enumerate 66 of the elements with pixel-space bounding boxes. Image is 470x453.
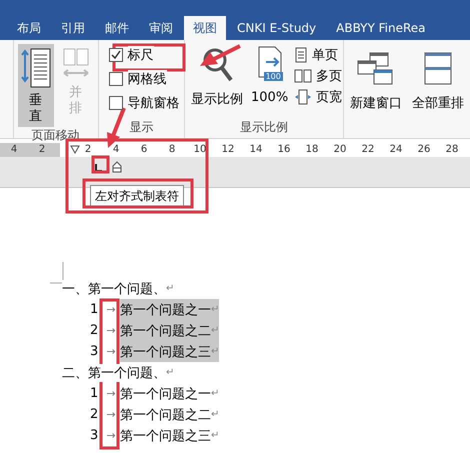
ruler-number: 4: [10, 143, 18, 157]
ribbon-tab[interactable]: 引用: [52, 16, 94, 40]
group-label: 显示: [128, 119, 154, 136]
ribbon-button[interactable]: 垂直: [18, 44, 54, 128]
ruler-number: 2: [84, 143, 92, 157]
checkbox-label: 标尺: [128, 46, 154, 64]
ruler-number: 16: [277, 143, 291, 157]
ruler-number: 12: [221, 143, 235, 157]
paragraph-mark: ↵: [166, 367, 174, 378]
tab-arrow: →: [105, 429, 117, 442]
ruler-number: 20: [333, 143, 347, 157]
ruler-number: 10: [193, 143, 207, 157]
checkbox[interactable]: [108, 48, 123, 62]
tooltip: 左对齐式制表符: [90, 185, 184, 208]
list-number: 1: [90, 302, 100, 317]
zoom-100-button[interactable]: 100 100%: [249, 44, 290, 119]
tab-arrow: →: [105, 408, 117, 421]
left-indent-marker-icon[interactable]: [112, 161, 122, 173]
ruler-number: 14: [249, 143, 263, 157]
checkbox[interactable]: [108, 72, 123, 86]
ribbon-tab[interactable]: 视图: [184, 16, 226, 40]
list-number: 2: [90, 323, 100, 338]
left-tab-stop-icon[interactable]: [93, 163, 103, 173]
view-button[interactable]: 多页: [294, 65, 342, 86]
single-page-icon: [294, 46, 308, 62]
multiple-pages-icon: [294, 68, 312, 84]
list-number: 1: [90, 386, 100, 401]
ribbon-tab[interactable]: 布局: [8, 16, 50, 40]
paragraph-mark: ↵: [166, 283, 174, 294]
tab-arrow: →: [105, 324, 117, 337]
view-button[interactable]: 页宽: [294, 86, 342, 107]
checkbox[interactable]: [108, 96, 123, 110]
ribbon-tab[interactable]: CNKI E-Study: [228, 16, 326, 40]
list-item-text: 第一个问题之一↵: [120, 299, 220, 320]
arrange-all-icon: [423, 52, 453, 86]
first-line-indent-marker-icon[interactable]: [70, 145, 80, 154]
ruler-number: 8: [168, 143, 176, 157]
checkbox-label: 网格线: [128, 70, 167, 88]
list-number: 3: [90, 428, 100, 443]
ribbon-tab[interactable]: 邮件: [96, 16, 138, 40]
list-number: 3: [90, 344, 100, 359]
window-button[interactable]: 全部重排: [410, 50, 466, 136]
ribbon-tab[interactable]: 审阅: [140, 16, 182, 40]
ruler-number: 6: [140, 143, 148, 157]
window-button[interactable]: 新建窗口: [348, 50, 404, 136]
ruler-number: 4: [112, 143, 120, 157]
ribbon-tab[interactable]: ABBYY FineRea: [327, 16, 435, 40]
ruler-number: 18: [305, 143, 319, 157]
ruler-number: 24: [389, 143, 403, 157]
ruler-number: 22: [361, 143, 375, 157]
checkbox-label: 导航窗格: [128, 94, 180, 112]
annotation-arrow: [200, 44, 241, 66]
ruler-number: 26: [417, 143, 431, 157]
list-item-text: 第一个问题之三↵: [120, 341, 220, 362]
tab-arrow: →: [105, 345, 117, 358]
list-item-text: 第一个问题之二↵: [120, 320, 220, 341]
group-label: 显示比例: [239, 119, 289, 136]
list-number: 2: [90, 407, 100, 422]
zoom-badge: 100: [264, 72, 283, 81]
margin-corner-mark: [50, 262, 64, 284]
ruler-number: 28: [445, 143, 459, 157]
ruler-number: 2: [38, 143, 46, 157]
tab-arrow: →: [105, 303, 117, 316]
tab-arrow: →: [105, 387, 117, 400]
view-button[interactable]: 单页: [294, 44, 342, 65]
page-width-icon: [294, 88, 312, 104]
